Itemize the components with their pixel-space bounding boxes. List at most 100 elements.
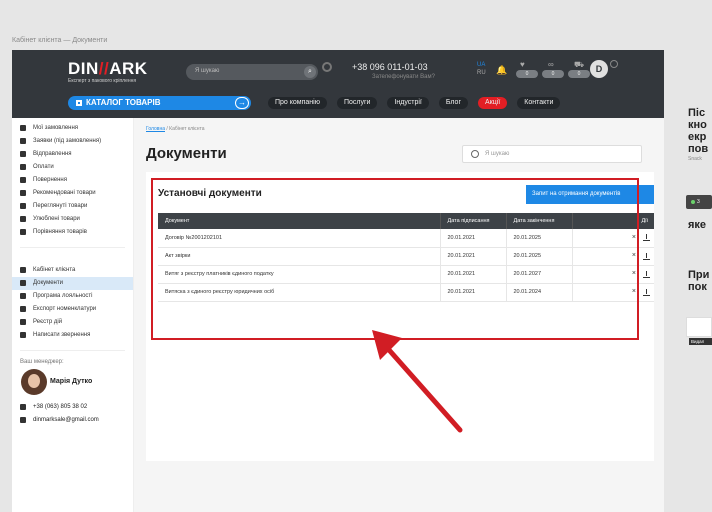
- download-icon[interactable]: [643, 270, 650, 278]
- delete-icon[interactable]: ×: [632, 288, 636, 295]
- sidebar-item-requests[interactable]: Заявки (під замовлення): [12, 135, 133, 148]
- download-icon[interactable]: [643, 234, 650, 242]
- sidebar-item-label: Мої замовлення: [33, 125, 79, 131]
- cell-document[interactable]: Витяг з реєстру платників єдиного податк…: [158, 265, 440, 284]
- catalog-button[interactable]: КАТАЛОГ ТОВАРІВ →: [68, 96, 251, 110]
- download-icon[interactable]: [643, 288, 650, 296]
- sidebar-item-my-orders[interactable]: Мої замовлення: [12, 122, 133, 135]
- side-text-line: екр: [688, 131, 707, 143]
- compare-icon[interactable]: ♥: [520, 60, 525, 69]
- download-icon[interactable]: [643, 252, 650, 260]
- documents-table: Документ Дата підписання Дата закінчення…: [158, 213, 654, 302]
- nav-blog[interactable]: Блог: [438, 97, 468, 109]
- sidebar-divider: [20, 247, 125, 248]
- cell-actions: ×: [571, 283, 654, 302]
- nav-services[interactable]: Послуги: [336, 97, 378, 109]
- col-expires: Дата закінчення: [505, 213, 572, 229]
- cell-actions: ×: [571, 247, 654, 266]
- nav-industries[interactable]: Індустрії: [387, 97, 429, 109]
- chain-icon[interactable]: ∞: [548, 60, 554, 69]
- nav-about[interactable]: Про компанію: [268, 97, 327, 109]
- cart-icon[interactable]: ⛟: [574, 60, 584, 70]
- table-row: Витяска з єдиного реєстру юридичних осіб…: [158, 283, 654, 302]
- sidebar-item-compare[interactable]: Порівняння товарів: [12, 226, 133, 239]
- header-phone[interactable]: +38 096 011-01-03: [352, 62, 428, 72]
- breadcrumb-current: / Кабінет клієнта: [166, 126, 205, 132]
- side-snackbar-text: 3: [697, 199, 700, 205]
- col-actions: Дії: [571, 213, 654, 229]
- callback-link[interactable]: Зателефонувати Вам?: [372, 74, 435, 80]
- list-icon: [20, 138, 26, 144]
- cell-signed: 20.01.2021: [439, 247, 506, 266]
- sidebar-item-label: Улюблені товари: [33, 216, 80, 222]
- sidebar-item-loyalty[interactable]: Програма лояльності: [12, 290, 133, 303]
- manager-label: Ваш менеджер:: [20, 359, 64, 365]
- logo[interactable]: DIN//ARK Експерт з пакового кріплення: [68, 59, 148, 84]
- logo-text-left: DIN: [68, 59, 99, 78]
- sidebar-item-activity-log[interactable]: Реєстр дій: [12, 316, 133, 329]
- side-delete-badge[interactable]: Видал: [689, 338, 712, 345]
- sidebar-item-returns[interactable]: Повернення: [12, 174, 133, 187]
- search-icon[interactable]: ⌕: [304, 66, 316, 78]
- sidebar-item-contact-us[interactable]: Написати звернення: [12, 329, 133, 342]
- documents-search-placeholder: Я шукаю: [485, 151, 510, 157]
- sidebar-item-label: Реєстр дій: [33, 319, 63, 325]
- sidebar-item-recommended[interactable]: Рекомендовані товари: [12, 187, 133, 200]
- sidebar-item-viewed[interactable]: Переглянуті товари: [12, 200, 133, 213]
- lang-ua[interactable]: UA: [477, 61, 486, 69]
- export-icon: [20, 306, 26, 312]
- manager-phone[interactable]: +38 (063) 805 38 02: [12, 401, 133, 414]
- header-search-input[interactable]: Я шукаю ⌕: [186, 64, 318, 80]
- card-icon: [20, 164, 26, 170]
- manager-email[interactable]: dinmarksale@gmail.com: [12, 414, 133, 427]
- sidebar-item-label: Програма лояльності: [33, 293, 93, 299]
- cell-document[interactable]: Акт звірки: [158, 247, 440, 266]
- card-title: Установчі документи: [158, 188, 262, 199]
- sidebar-item-payments[interactable]: Оплати: [12, 161, 133, 174]
- breadcrumb-home[interactable]: Головна: [146, 126, 165, 132]
- logo-tagline: Експерт з пакового кріплення: [68, 78, 137, 84]
- side-text-line: кно: [688, 119, 707, 131]
- table-row: Витяг з реєстру платників єдиного податк…: [158, 265, 654, 284]
- cart-count-badge: 0: [568, 70, 590, 78]
- side-text-line: При: [688, 269, 710, 281]
- gift-icon: [20, 293, 26, 299]
- cell-actions: ×: [571, 229, 654, 248]
- nav-promotions[interactable]: Акції: [478, 97, 508, 109]
- sidebar-item-favorites[interactable]: Улюблені товари: [12, 213, 133, 226]
- sidebar-item-documents[interactable]: Документи: [12, 277, 133, 290]
- manager-card: Марія Дутко: [12, 369, 133, 397]
- account-panel: Мої замовлення Заявки (під замовлення) В…: [12, 118, 664, 512]
- delete-icon[interactable]: ×: [632, 270, 636, 277]
- header-search-placeholder: Я шукаю: [195, 68, 220, 74]
- bell-icon[interactable]: 🔔: [496, 65, 507, 76]
- favorites-count-badge: 0: [516, 70, 538, 78]
- sidebar-item-label: Експорт номенклатури: [33, 306, 97, 312]
- status-dot-icon: [691, 200, 695, 204]
- search-icon: [471, 150, 479, 158]
- compare-count-badge: 0: [542, 70, 564, 78]
- nav-contacts[interactable]: Контакти: [517, 97, 561, 109]
- side-snackbar: 3: [686, 195, 712, 209]
- grid-icon: [76, 100, 82, 106]
- message-icon: [20, 332, 26, 338]
- lang-ru[interactable]: RU: [477, 69, 486, 77]
- delete-icon[interactable]: ×: [632, 252, 636, 259]
- sidebar-item-shipments[interactable]: Відправлення: [12, 148, 133, 161]
- documents-search-input[interactable]: Я шукаю: [462, 145, 642, 163]
- cell-document[interactable]: Витяска з єдиного реєстру юридичних осіб: [158, 283, 440, 302]
- cell-document[interactable]: Договір №2001202101: [158, 229, 440, 248]
- language-switch[interactable]: UA RU: [477, 61, 486, 77]
- table-row: Договір №2001202101 20.01.2021 20.01.202…: [158, 229, 654, 248]
- cell-expires: 20.01.2025: [505, 229, 572, 248]
- user-avatar-icon[interactable]: D: [590, 60, 608, 78]
- request-documents-button[interactable]: Запит на отримання документів: [526, 185, 654, 204]
- user-menu-icon[interactable]: [610, 60, 618, 68]
- sidebar-item-account[interactable]: Кабінет клієнта: [12, 264, 133, 277]
- delete-icon[interactable]: ×: [632, 234, 636, 241]
- sidebar-item-label: Написати звернення: [33, 332, 91, 338]
- sidebar-item-export[interactable]: Експорт номенклатури: [12, 303, 133, 316]
- sidebar-item-label: Заявки (під замовлення): [33, 138, 102, 144]
- settings-icon[interactable]: [322, 62, 332, 72]
- sidebar-item-label: Кабінет клієнта: [33, 267, 76, 273]
